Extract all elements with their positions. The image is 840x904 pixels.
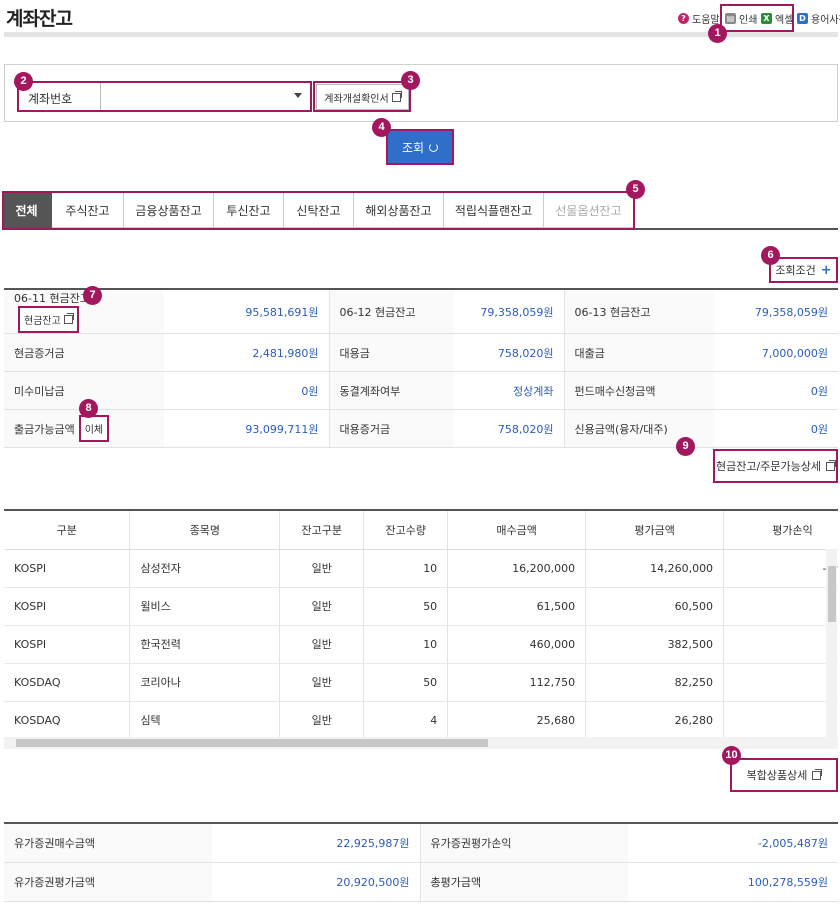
annotation-badge-2: 2 (14, 72, 33, 91)
popup-icon (64, 313, 74, 324)
annotation-badge-3: 3 (401, 71, 420, 90)
annotation-badge-5: 5 (626, 180, 645, 199)
refresh-icon (429, 142, 439, 152)
cash-summary-table: 06-11 현금잔고현금잔고 95,581,691원 06-12 현금잔고 79… (4, 288, 838, 448)
account-select[interactable] (100, 83, 310, 110)
annotation-badge-6: 6 (761, 246, 780, 265)
popup-icon (825, 459, 836, 471)
securities-totals-table: 유가증권매수금액 22,925,987원 유가증권평가손익 -2,005,487… (4, 822, 838, 902)
tabs-outline (2, 191, 635, 230)
table-row[interactable]: KOSPI윌비스일반5061,50060,500- (4, 587, 838, 626)
page-title: 계좌잔고 (6, 8, 73, 30)
book-icon: D (797, 13, 808, 24)
excel-icon: X (761, 13, 772, 24)
annotation-badge-8: 8 (79, 399, 98, 418)
transfer-button[interactable]: 이체 (78, 415, 110, 442)
table-row[interactable]: KOSPI삼성전자일반1016,200,00014,260,000-1,94 (4, 549, 838, 588)
annotation-badge-10: 10 (722, 746, 741, 765)
annotation-badge-7: 7 (83, 286, 102, 305)
printer-icon: ▤ (725, 13, 736, 24)
annotation-badge-4: 4 (372, 118, 391, 137)
table-row: 미수미납금 0원 동결계좌여부 정상계좌 펀드매수신청금액 0원 (4, 371, 838, 410)
popup-icon (812, 768, 823, 780)
table-row: 06-11 현금잔고현금잔고 95,581,691원 06-12 현금잔고 79… (4, 289, 838, 334)
table-header: 구분 종목명 잔고구분 잔고수량 매수금액 평가금액 평가손익 (4, 511, 838, 550)
print-button[interactable]: ▤ 인쇄 (725, 11, 757, 26)
cash-balance-button[interactable]: 현금잔고 (18, 306, 79, 333)
table-row: 현금증거금 2,481,980원 대용금 758,020원 대출금 7,000,… (4, 333, 838, 372)
account-label: 계좌번호 (28, 92, 73, 106)
plus-icon: + (820, 262, 832, 278)
cash-order-detail-button[interactable]: 현금잔고/주문가능상세 (713, 449, 838, 483)
table-row: 출금가능금액 이체 93,099,711원 대용증거금 758,020원 신용금액… (4, 409, 838, 448)
query-button[interactable]: 조회 (386, 129, 454, 165)
table-row[interactable]: KOSDAQ 심텍 일반 4 25,680 26,280 (4, 701, 838, 740)
table-row[interactable]: KOSDAQ코리아나일반50112,75082,250-3 (4, 663, 838, 702)
query-condition-button[interactable]: 조회조건 + (769, 257, 838, 283)
account-cert-button[interactable]: 계좌개설확인서 (316, 84, 409, 110)
dictionary-link[interactable]: D 용어사전 (797, 11, 840, 26)
popup-icon (391, 90, 402, 102)
holdings-table: 구분 종목명 잔고구분 잔고수량 매수금액 평가금액 평가손익 KOSPI 삼성전… (4, 511, 838, 740)
annotation-badge-9: 9 (676, 437, 695, 456)
horizontal-scroll-thumb[interactable] (16, 739, 488, 747)
table-row: 유가증권평가금액 20,920,500원 총평가금액 100,278,559원 (4, 862, 838, 902)
table-row: 유가증권매수금액 22,925,987원 유가증권평가손익 -2,005,487… (4, 823, 838, 863)
vertical-scroll-thumb[interactable] (828, 566, 836, 622)
help-icon: ? (678, 13, 689, 24)
chevron-down-icon (294, 93, 302, 98)
excel-button[interactable]: X 엑셀 (761, 11, 793, 26)
complex-product-detail-button[interactable]: 복합상품상세 (730, 758, 838, 792)
annotation-badge-1: 1 (708, 24, 727, 43)
table-row[interactable]: KOSPI한국전력일반10460,000382,500-7 (4, 625, 838, 664)
holdings-table-container: 구분 종목명 잔고구분 잔고수량 매수금액 평가금액 평가손익 KOSPI 삼성전… (4, 509, 838, 749)
